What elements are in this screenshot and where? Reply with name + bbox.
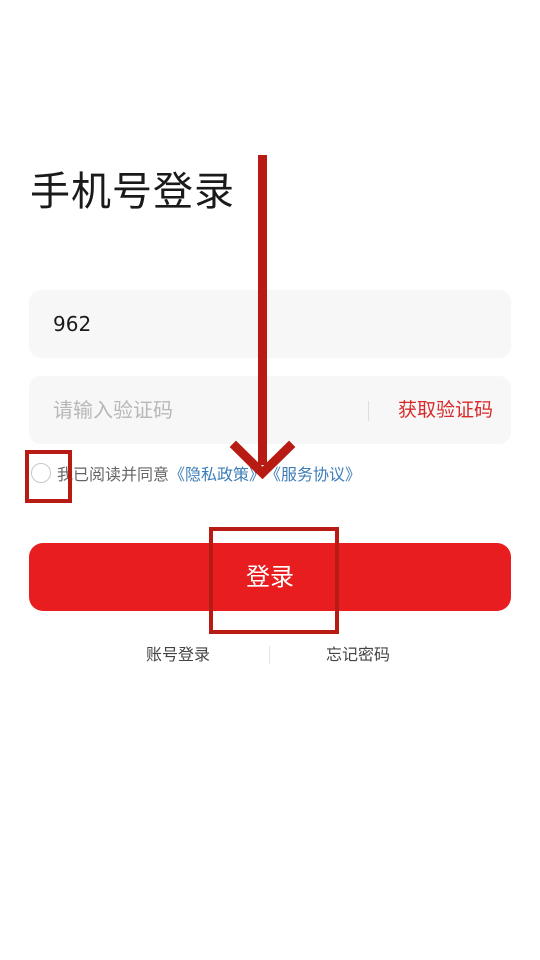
page-title: 手机号登录 bbox=[30, 169, 235, 215]
agreement-text: 我已阅读并同意 bbox=[57, 465, 170, 484]
verification-code-input[interactable] bbox=[53, 376, 353, 444]
login-button[interactable]: 登录 bbox=[29, 543, 511, 611]
phone-input[interactable] bbox=[53, 290, 483, 358]
field-divider bbox=[368, 401, 369, 421]
agreement-row: 我已阅读并同意 《隐私政策》 《服务协议》 bbox=[31, 461, 361, 485]
phone-field-container bbox=[29, 290, 511, 358]
account-login-link[interactable]: 账号登录 bbox=[146, 643, 210, 667]
get-code-button[interactable]: 获取验证码 bbox=[398, 376, 493, 444]
code-field-container: 获取验证码 bbox=[29, 376, 511, 444]
agree-checkbox[interactable] bbox=[31, 463, 51, 483]
forgot-password-link[interactable]: 忘记密码 bbox=[326, 643, 390, 667]
bottom-divider bbox=[269, 646, 270, 664]
service-agreement-link[interactable]: 《服务协议》 bbox=[265, 461, 361, 485]
bottom-links: 账号登录 忘记密码 bbox=[0, 643, 540, 667]
privacy-policy-link[interactable]: 《隐私政策》 bbox=[169, 461, 265, 485]
